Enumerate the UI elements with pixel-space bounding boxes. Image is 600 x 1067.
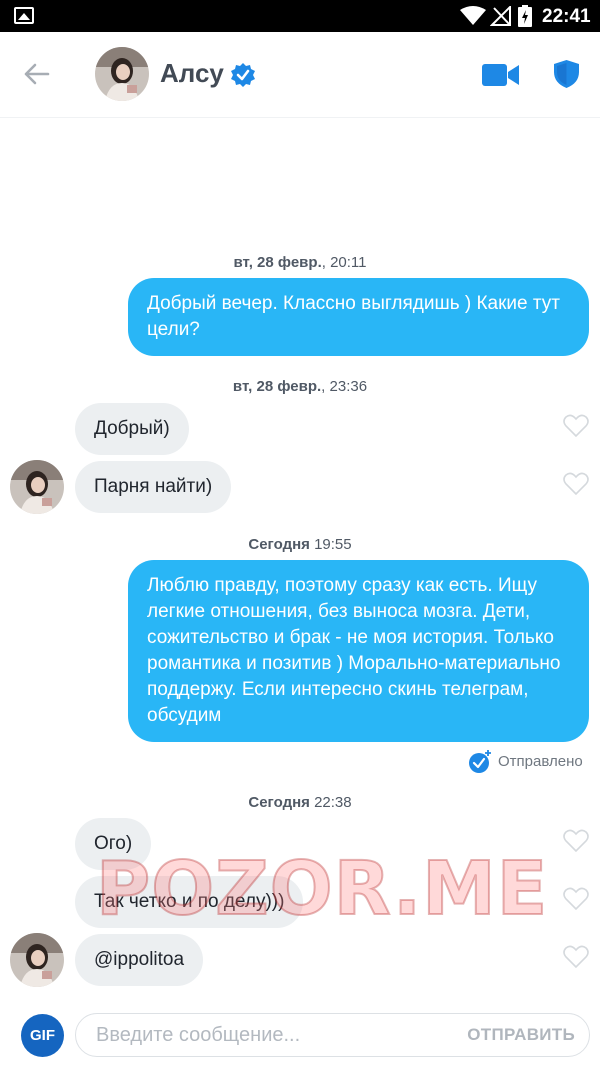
image-notification-icon: [14, 7, 34, 24]
status-time: 22:41: [542, 6, 591, 27]
safety-shield-icon[interactable]: [553, 59, 580, 89]
timestamp: вт, 28 февр., 23:36: [232, 378, 368, 395]
timestamp-time: 23:36: [329, 378, 368, 395]
contact-avatar-small[interactable]: [10, 460, 64, 514]
send-button[interactable]: ОТПРАВИТЬ: [467, 1025, 575, 1045]
video-call-icon[interactable]: [482, 64, 519, 86]
incoming-message[interactable]: Парня найти): [75, 461, 232, 513]
like-heart-icon[interactable]: [563, 945, 589, 969]
contact-avatar-small[interactable]: [10, 933, 64, 987]
battery-icon: [518, 5, 532, 27]
timestamp: Сегодня 19:55: [0, 536, 600, 553]
back-arrow-icon[interactable]: [22, 62, 50, 86]
outgoing-message[interactable]: Люблю правду, поэтому сразу как есть. Ищ…: [128, 560, 589, 742]
timestamp: вт, 28 февр., 20:11: [233, 254, 367, 271]
message-composer: GIF ОТПРАВИТЬ: [0, 1005, 600, 1067]
timestamp-time: 19:55: [314, 536, 352, 553]
contact-avatar[interactable]: [95, 47, 149, 101]
no-signal-icon: [490, 6, 511, 26]
like-heart-icon[interactable]: [563, 472, 589, 496]
verified-badge-icon: [231, 63, 255, 87]
timestamp: Сегодня 22:38: [0, 794, 600, 811]
watermark: POZOR.ME: [95, 845, 549, 933]
like-heart-icon[interactable]: [563, 887, 589, 911]
message-input[interactable]: [96, 1021, 456, 1049]
like-heart-icon[interactable]: [563, 414, 589, 438]
gif-button[interactable]: GIF: [21, 1014, 64, 1057]
outgoing-message[interactable]: Добрый вечер. Классно выглядишь ) Какие …: [128, 278, 589, 356]
message-input-wrapper: ОТПРАВИТЬ: [75, 1013, 590, 1057]
contact-name[interactable]: Алсу: [160, 58, 224, 89]
timestamp-date: вт, 28 февр.: [233, 254, 322, 271]
status-bar: 22:41: [0, 0, 600, 32]
chat-header: Алсу: [0, 32, 600, 118]
sent-check-icon: [469, 750, 491, 773]
timestamp-date: вт, 28 февр.: [232, 378, 322, 395]
wifi-icon: [460, 6, 486, 25]
incoming-message[interactable]: @ippolitoa: [75, 934, 204, 986]
timestamp-date: Сегодня: [248, 536, 310, 553]
timestamp-time: 22:38: [314, 794, 352, 811]
incoming-message[interactable]: Добрый): [75, 403, 189, 455]
timestamp-time: 20:11: [330, 254, 367, 271]
sent-label: Отправлено: [498, 753, 583, 770]
timestamp-date: Сегодня: [248, 794, 310, 811]
like-heart-icon[interactable]: [563, 829, 589, 853]
